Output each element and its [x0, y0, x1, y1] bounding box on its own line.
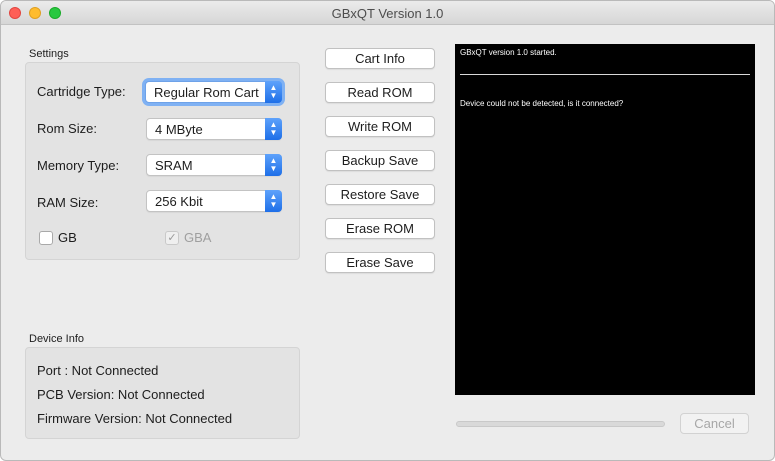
gba-checkbox-label: GBA — [184, 230, 212, 245]
port-status: Port : Not Connected — [37, 363, 159, 378]
log-console[interactable]: GBxQT version 1.0 started. Device could … — [455, 44, 755, 395]
ram-size-value: 256 Kbit — [155, 194, 203, 209]
title-bar[interactable]: GBxQT Version 1.0 — [1, 1, 774, 25]
read-rom-button[interactable]: Read ROM — [325, 82, 435, 103]
cart-info-button[interactable]: Cart Info — [325, 48, 435, 69]
gb-checkbox-label: GB — [58, 230, 77, 245]
gb-checkbox[interactable] — [39, 230, 53, 245]
ram-size-label: RAM Size: — [37, 195, 99, 210]
rom-size-select[interactable]: 4 MByte ▲ ▼ — [146, 118, 282, 140]
cartridge-type-select[interactable]: Regular Rom Cart ▲ ▼ — [145, 81, 282, 103]
select-arrows-icon: ▲ ▼ — [265, 190, 282, 212]
rom-size-value: 4 MByte — [155, 122, 203, 137]
cartridge-type-label: Cartridge Type: — [37, 84, 126, 99]
device-info-section-label: Device Info — [29, 333, 85, 345]
select-arrows-icon: ▲ ▼ — [265, 118, 282, 140]
rom-size-label: Rom Size: — [37, 121, 97, 136]
select-arrows-icon: ▲ ▼ — [265, 154, 282, 176]
progress-bar — [456, 421, 665, 427]
write-rom-button[interactable]: Write ROM — [325, 116, 435, 137]
memory-type-value: SRAM — [155, 158, 193, 173]
backup-save-button[interactable]: Backup Save — [325, 150, 435, 171]
cancel-button: Cancel — [680, 413, 749, 434]
console-line-device-error: Device could not be detected, is it conn… — [460, 99, 624, 108]
cartridge-type-value: Regular Rom Cart — [154, 85, 259, 100]
ram-size-select[interactable]: 256 Kbit ▲ ▼ — [146, 190, 282, 212]
settings-section-label: Settings — [29, 48, 69, 60]
gba-checkbox: ✓ — [165, 230, 179, 245]
memory-type-select[interactable]: SRAM ▲ ▼ — [146, 154, 282, 176]
gba-checkbox-row: ✓ GBA — [165, 230, 211, 245]
console-separator — [460, 74, 750, 75]
app-window: GBxQT Version 1.0 Settings Cartridge Typ… — [0, 0, 775, 461]
select-arrows-icon: ▲ ▼ — [265, 81, 282, 103]
erase-rom-button[interactable]: Erase ROM — [325, 218, 435, 239]
erase-save-button[interactable]: Erase Save — [325, 252, 435, 273]
pcb-version-status: PCB Version: Not Connected — [37, 387, 205, 402]
memory-type-label: Memory Type: — [37, 158, 120, 173]
window-title: GBxQT Version 1.0 — [331, 6, 444, 21]
console-line-started: GBxQT version 1.0 started. — [460, 48, 557, 57]
gb-checkbox-row[interactable]: GB — [39, 230, 77, 245]
firmware-version-status: Firmware Version: Not Connected — [37, 411, 233, 426]
restore-save-button[interactable]: Restore Save — [325, 184, 435, 205]
